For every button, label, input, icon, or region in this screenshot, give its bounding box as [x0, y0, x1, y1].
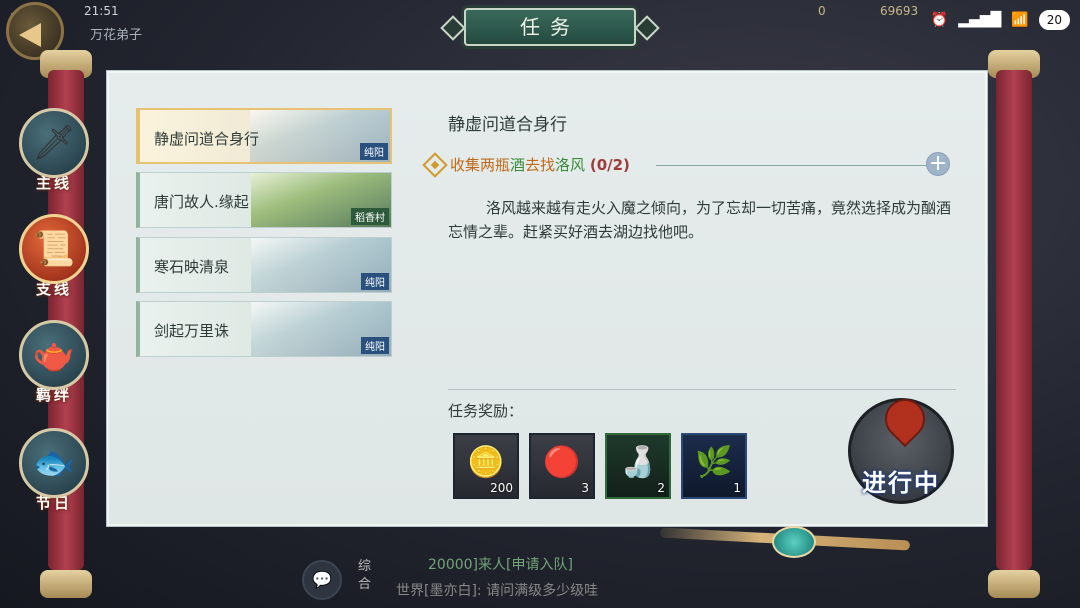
task-item[interactable]: 寒石映清泉 纯阳	[136, 237, 392, 293]
category-circle: 🫖	[19, 320, 89, 390]
window-title: 任务	[464, 8, 636, 46]
scroll-icon: 📜	[32, 229, 76, 269]
hud-player-name: 万花弟子	[90, 28, 143, 43]
reward-count: 3	[581, 481, 589, 495]
rewards-label: 任务奖励：	[448, 402, 524, 420]
tea-leaf-icon: 🌿	[695, 444, 733, 480]
category-festival[interactable]: 🐟 节日	[16, 428, 92, 524]
in-progress-button[interactable]: 进行中	[848, 390, 954, 504]
hud-resource-2: 69693	[880, 4, 919, 18]
task-name: 寒石映清泉	[154, 258, 230, 276]
task-name: 剑起万里诛	[154, 322, 230, 340]
reward-item[interactable]: 🔴 3	[529, 433, 595, 499]
scroll-rod-right	[988, 30, 1040, 600]
teapot-icon: 🫖	[32, 335, 76, 375]
objective-part: 收集两瓶	[450, 156, 511, 174]
task-item[interactable]: 唐门故人.缘起 稻香村	[136, 172, 392, 228]
hud-time: 21:51	[84, 4, 119, 18]
task-name: 唐门故人.缘起	[154, 193, 249, 211]
task-location-tag: 纯阳	[361, 337, 389, 354]
scroll-cap	[40, 570, 92, 598]
chat-line: 世界[墨亦白]: 请问满级多少级哇	[396, 583, 599, 599]
category-circle: 🐟	[19, 428, 89, 498]
objective-count: (0/2)	[589, 156, 630, 174]
fish-icon: 🐟	[32, 443, 76, 483]
task-item[interactable]: 静虚问道合身行 纯阳	[136, 108, 392, 164]
chat-bubble-icon[interactable]: 💬	[302, 560, 342, 600]
chat-line: 20000]来人[申请入队]	[428, 557, 573, 573]
reward-item[interactable]: 🍶 2	[605, 433, 671, 499]
hud-resource-1: 0	[818, 4, 826, 18]
objective-part: 去找	[525, 156, 556, 174]
reward-item[interactable]: 🌿 1	[681, 433, 747, 499]
quest-objective[interactable]: 收集两瓶酒去找洛风 (0/2) +	[422, 152, 954, 178]
chat-tab[interactable]: 综合	[358, 558, 382, 594]
task-location-tag: 纯阳	[360, 143, 388, 160]
reward-count: 200	[490, 481, 513, 495]
objective-npc: 洛风	[555, 156, 586, 174]
gold-ingot-icon: 🪙	[467, 444, 505, 480]
quest-description: 洛风越来越有走火入魔之倾向，为了忘却一切苦痛，竟然选择成为酗酒忘情之辈。赶紧买好…	[448, 199, 952, 241]
task-location-tag: 稻香村	[351, 208, 389, 225]
objective-item: 酒	[510, 156, 526, 174]
objective-diamond-icon	[422, 152, 448, 178]
reward-count: 2	[657, 481, 665, 495]
task-name: 静虚问道合身行	[154, 130, 260, 148]
scroll-bar	[996, 70, 1032, 570]
task-location-tag: 纯阳	[361, 273, 389, 290]
back-arrow-icon	[19, 23, 41, 47]
objective-text: 收集两瓶酒去找洛风 (0/2)	[450, 154, 630, 175]
reward-divider	[448, 389, 956, 390]
red-ball-icon: 🔴	[543, 444, 581, 480]
chat-strip[interactable]: 💬 综合 20000]来人[申请入队] 世界[墨亦白]: 请问满级多少级哇	[300, 550, 690, 608]
sword-icon: 🗡	[32, 123, 76, 163]
wine-jar-icon: 🍶	[619, 444, 657, 480]
category-circle: 🗡	[19, 108, 89, 178]
scroll-ribbon	[659, 520, 911, 570]
expand-plus-icon[interactable]: +	[926, 152, 950, 176]
category-circle: 📜	[19, 214, 89, 284]
quest-detail-title: 静虚问道合身行	[448, 115, 567, 135]
hud-player-info: 21:51 万花弟子	[80, 2, 280, 46]
reward-count: 1	[733, 481, 741, 495]
objective-divider	[656, 165, 940, 166]
in-progress-label: 进行中	[862, 469, 940, 497]
category-main[interactable]: 🗡 主线	[16, 108, 92, 204]
reward-item[interactable]: 🪙 200	[453, 433, 519, 499]
task-item[interactable]: 剑起万里诛 纯阳	[136, 301, 392, 357]
jade-ornament-icon	[772, 526, 816, 558]
category-bond[interactable]: 🫖 羁绊	[16, 320, 92, 416]
category-side[interactable]: 📜 支线	[16, 214, 92, 310]
scroll-cap	[988, 570, 1040, 598]
